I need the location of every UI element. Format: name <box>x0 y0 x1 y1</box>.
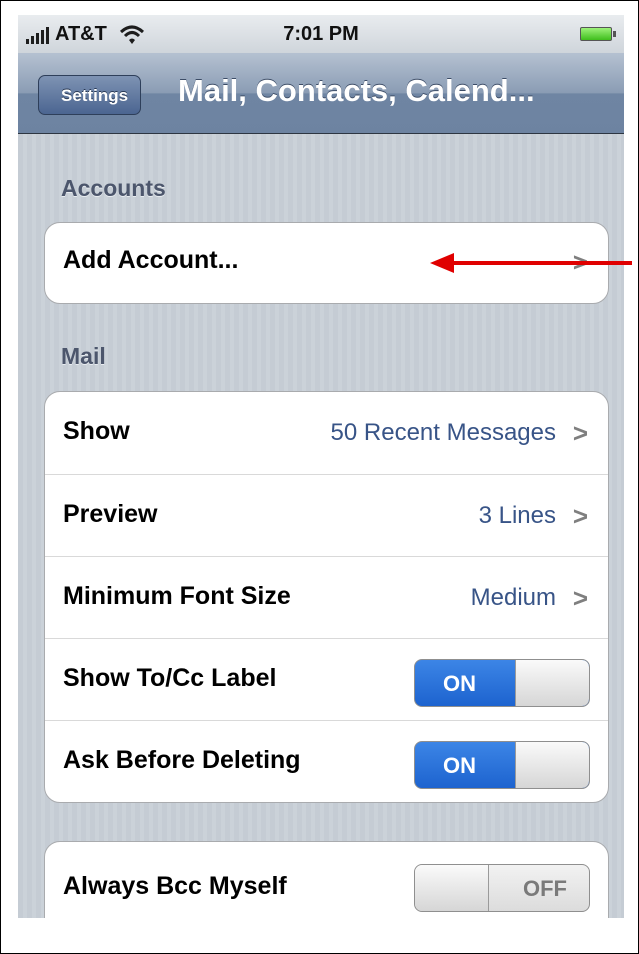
battery-icon <box>580 27 616 41</box>
status-bar: AT&T 7:01 PM <box>18 15 624 53</box>
accounts-section-header: Accounts <box>61 175 166 201</box>
toggle-state-label: ON <box>443 753 476 778</box>
row-label: Show <box>63 417 130 445</box>
settings-back-button[interactable]: Settings <box>38 75 142 115</box>
toggle-knob <box>515 742 589 788</box>
row-value: 3 Lines <box>478 502 556 529</box>
show-to-cc-toggle[interactable]: ON <box>414 659 590 707</box>
row-label: Minimum Font Size <box>63 582 291 610</box>
annotation-arrow-icon <box>430 253 632 273</box>
page-title: Mail, Contacts, Calend... <box>178 73 535 108</box>
row-label: Always Bcc Myself <box>63 872 287 900</box>
preview-lines-row[interactable]: Preview 3 Lines > <box>45 474 608 558</box>
chevron-right-icon: > <box>572 501 588 531</box>
row-label: Ask Before Deleting <box>63 746 301 774</box>
show-to-cc-label-row: Show To/Cc Label ON <box>45 638 608 722</box>
row-value: 50 Recent Messages <box>330 419 556 446</box>
ask-before-deleting-toggle[interactable]: ON <box>414 741 590 789</box>
chevron-right-icon: > <box>572 583 588 613</box>
navigation-bar: Settings Mail, Contacts, Calend... <box>18 53 624 134</box>
row-value: Medium <box>470 584 556 611</box>
row-label: Preview <box>63 500 158 528</box>
mail-settings-group: Show 50 Recent Messages > Preview 3 Line… <box>44 391 609 803</box>
show-messages-row[interactable]: Show 50 Recent Messages > <box>45 392 608 476</box>
always-bcc-myself-row: Always Bcc Myself OFF <box>45 842 608 918</box>
toggle-state-label: OFF <box>523 876 567 901</box>
screenshot-frame: AT&T 7:01 PM Settings Mail, Contacts, Ca… <box>0 0 639 954</box>
mail-section-header: Mail <box>61 343 106 369</box>
toggle-knob <box>415 865 489 911</box>
toggle-state-label: ON <box>443 671 476 696</box>
row-label: Show To/Cc Label <box>63 664 277 692</box>
always-bcc-toggle[interactable]: OFF <box>414 864 590 912</box>
add-account-label: Add Account... <box>63 246 239 274</box>
bcc-group: Always Bcc Myself OFF <box>44 841 609 918</box>
toggle-knob <box>515 660 589 706</box>
chevron-right-icon: > <box>572 418 588 448</box>
status-time: 7:01 PM <box>283 23 359 45</box>
ask-before-deleting-row: Ask Before Deleting ON <box>45 720 608 802</box>
phone-screen: AT&T 7:01 PM Settings Mail, Contacts, Ca… <box>18 15 624 918</box>
minimum-font-size-row[interactable]: Minimum Font Size Medium > <box>45 556 608 640</box>
